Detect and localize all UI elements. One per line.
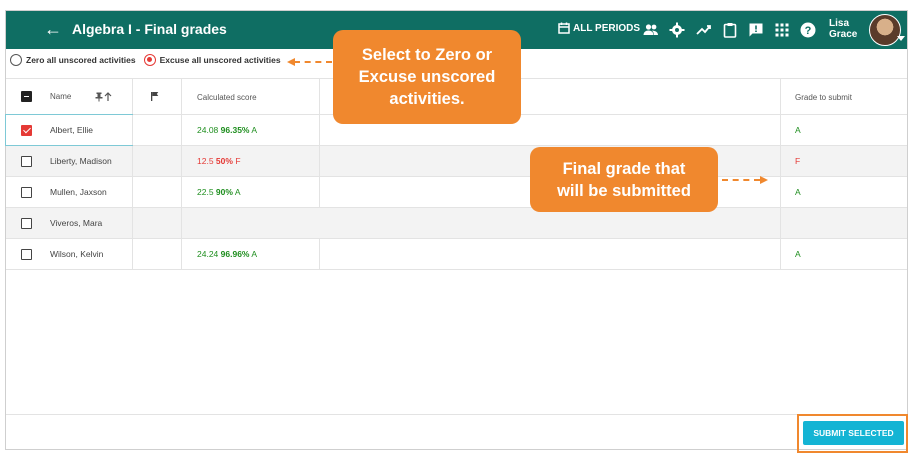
column-divider	[319, 239, 320, 269]
student-name[interactable]: Albert, Ellie	[50, 125, 93, 135]
column-divider	[132, 177, 133, 207]
avatar[interactable]	[869, 14, 901, 46]
column-divider	[780, 208, 781, 238]
submit-selected-button[interactable]: SUBMIT SELECTED	[803, 421, 904, 445]
column-divider	[319, 177, 320, 207]
arrow-head-icon	[760, 176, 768, 184]
clipboard-icon[interactable]	[722, 22, 738, 38]
column-divider	[780, 79, 781, 114]
grade-to-submit[interactable]: A	[795, 125, 801, 135]
callout-zero-excuse: Select to Zero or Excuse unscored activi…	[333, 30, 521, 124]
people-icon[interactable]	[643, 22, 659, 38]
calculated-score: 12.5 50% F	[197, 156, 241, 166]
zero-radio[interactable]	[10, 54, 22, 66]
column-divider	[132, 146, 133, 176]
table-row[interactable]: Liberty, Madison 12.5 50% F F	[6, 146, 907, 177]
all-periods-button[interactable]: ALL PERIODS	[558, 22, 640, 34]
row-checkbox[interactable]	[21, 218, 32, 229]
page-title: Algebra I - Final grades	[72, 21, 227, 37]
column-divider	[132, 115, 133, 145]
grid-icon[interactable]	[774, 22, 790, 38]
excuse-radio[interactable]	[143, 54, 156, 66]
calendar-icon	[558, 22, 570, 34]
back-arrow-icon[interactable]: ←	[44, 19, 62, 39]
student-name[interactable]: Mullen, Jaxson	[50, 187, 107, 197]
column-divider	[780, 239, 781, 269]
callout-arrow	[294, 61, 332, 63]
user-name[interactable]: Lisa Grace	[829, 18, 857, 40]
column-divider	[132, 79, 133, 114]
column-divider	[780, 177, 781, 207]
excuse-label[interactable]: Excuse all unscored activities	[160, 55, 281, 65]
callout-final-grade: Final grade that will be submitted	[530, 147, 718, 212]
calculated-score: 22.5 90% A	[197, 187, 241, 197]
column-divider	[181, 208, 182, 238]
flag-icon[interactable]	[150, 91, 159, 101]
column-divider	[319, 146, 320, 176]
grade-to-submit[interactable]: A	[795, 249, 801, 259]
column-divider	[132, 239, 133, 269]
unscored-options: Zero all unscored activities Excuse all …	[10, 54, 289, 66]
column-divider	[319, 115, 320, 145]
calculated-score: 24.24 96.96% A	[197, 249, 258, 259]
footer-bar	[6, 414, 907, 450]
table-row[interactable]: Mullen, Jaxson 22.5 90% A A	[6, 177, 907, 208]
callout-arrow	[722, 179, 760, 181]
arrow-head-icon	[287, 58, 295, 66]
column-divider	[181, 115, 182, 145]
column-divider	[181, 239, 182, 269]
grade-to-submit[interactable]: F	[795, 156, 800, 166]
help-icon[interactable]: ?	[800, 22, 816, 38]
table-row[interactable]: Wilson, Kelvin 24.24 96.96% A A	[6, 239, 907, 270]
column-divider	[181, 177, 182, 207]
column-header-grade[interactable]: Grade to submit	[795, 93, 852, 102]
column-divider	[319, 79, 320, 114]
svg-text:?: ?	[805, 25, 812, 37]
select-all-checkbox[interactable]	[21, 91, 32, 102]
student-name[interactable]: Wilson, Kelvin	[50, 249, 103, 259]
row-checkbox[interactable]	[21, 156, 32, 167]
column-header-calculated[interactable]: Calculated score	[197, 93, 257, 102]
row-checkbox[interactable]	[21, 187, 32, 198]
zero-label[interactable]: Zero all unscored activities	[26, 55, 136, 65]
table-row[interactable]: Viveros, Mara	[6, 208, 907, 239]
calculated-score: 24.08 96.35% A	[197, 125, 258, 135]
all-periods-label: ALL PERIODS	[573, 22, 641, 34]
row-checkbox[interactable]	[21, 125, 32, 136]
pin-sort-icon[interactable]	[95, 91, 113, 102]
column-divider	[132, 208, 133, 238]
column-header-name[interactable]: Name	[50, 92, 71, 101]
feedback-icon[interactable]	[748, 22, 764, 38]
column-divider	[181, 79, 182, 114]
column-divider	[780, 115, 781, 145]
menu-icon[interactable]	[18, 21, 34, 39]
grade-to-submit[interactable]: A	[795, 187, 801, 197]
row-checkbox[interactable]	[21, 249, 32, 260]
gear-icon[interactable]	[669, 22, 685, 38]
student-name[interactable]: Viveros, Mara	[50, 218, 102, 228]
trend-icon[interactable]	[696, 22, 712, 38]
column-divider	[780, 146, 781, 176]
column-divider	[181, 146, 182, 176]
student-name[interactable]: Liberty, Madison	[50, 156, 112, 166]
chevron-down-icon[interactable]	[897, 36, 905, 41]
